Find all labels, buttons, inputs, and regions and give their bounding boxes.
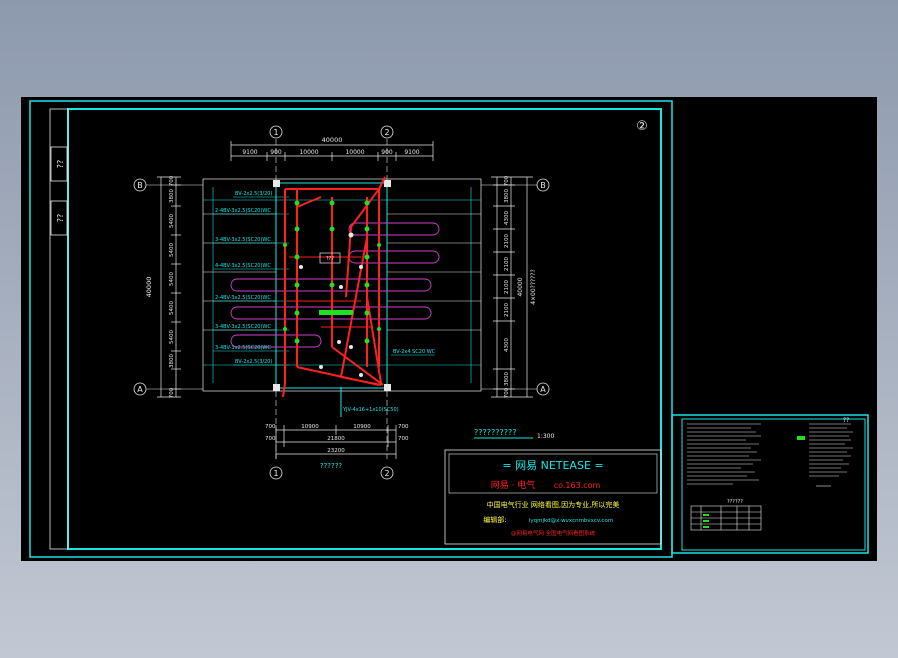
side-label-1: ?? bbox=[56, 160, 65, 169]
bottom-dim-2: 10900 bbox=[301, 424, 319, 430]
axis-bubble-b-left: B bbox=[137, 181, 143, 190]
legend-sheet-inner bbox=[681, 418, 866, 551]
bottom-dim-5: 700 bbox=[265, 436, 276, 442]
left-dim-8: 3800 bbox=[169, 354, 175, 368]
left-dim-3: 5400 bbox=[169, 214, 175, 228]
circuit-label-5: 2-4BV-3x2.5(SC20)WC bbox=[215, 295, 271, 301]
right-dim-2: 3800 bbox=[504, 189, 510, 203]
bottom-dim-1: 700 bbox=[265, 424, 276, 430]
bottom-dim-4: 700 bbox=[398, 424, 409, 430]
right-dim-overall: 40000 bbox=[517, 277, 524, 296]
title-block-line2-value: lyqmjkd@x·wvxcnmbvxcv.com bbox=[529, 518, 613, 524]
left-dim-9: 700 bbox=[169, 387, 175, 398]
sheet-number: ② bbox=[636, 119, 648, 134]
bottom-dim-3: 10900 bbox=[353, 424, 371, 430]
axis-bubble-a-right: A bbox=[540, 385, 546, 394]
right-dim-5: 2100 bbox=[504, 257, 510, 271]
left-dim-7: 5400 bbox=[169, 330, 175, 344]
label-leaders bbox=[213, 196, 289, 366]
legend-table-swatches bbox=[703, 514, 709, 528]
side-label-2: ?? bbox=[56, 214, 65, 223]
right-dim-3: 4300 bbox=[504, 211, 510, 225]
axis-bubble-2-top: 2 bbox=[384, 128, 389, 137]
top-dim-overall: 40000 bbox=[322, 136, 343, 144]
left-dim-1: 700 bbox=[169, 175, 175, 186]
axis-bubble-b-right: B bbox=[540, 181, 546, 190]
right-circuit-label: BV-2x4 SC20 WC bbox=[393, 349, 436, 355]
right-dimension-lines bbox=[491, 176, 533, 398]
right-dim-10: 700 bbox=[504, 387, 510, 398]
drawing-svg: ?? ?? ② ?? ?????? 40000 9100 900 10000 1… bbox=[29, 100, 869, 558]
circuit-label-6: 3-4BV-3x2.5(SC20)WC bbox=[215, 324, 271, 330]
axis-bubble-2-bottom: 2 bbox=[384, 469, 389, 478]
right-dim-8: 4300 bbox=[504, 338, 510, 352]
title-block-line1: 中国电气行业 网络看图,因为专业,所以完美 bbox=[487, 500, 620, 509]
top-dim-3: 10000 bbox=[299, 149, 318, 156]
circuit-label-3: 3-4BV-3x2.5(SC20)WC bbox=[215, 237, 271, 243]
legend-symbols bbox=[797, 423, 853, 487]
left-dim-5: 5400 bbox=[169, 272, 175, 286]
axis-bubble-1-bottom: 1 bbox=[273, 469, 278, 478]
title-block-line3: @网易电气网 全国电气网看图系统 bbox=[511, 529, 596, 537]
left-dim-2: 3800 bbox=[169, 189, 175, 203]
title-block-sub2: co.163.com bbox=[554, 481, 601, 490]
top-dimension-lines bbox=[230, 141, 434, 161]
top-dim-6: 9100 bbox=[404, 149, 419, 156]
bottom-dim-8: 23200 bbox=[327, 448, 345, 454]
legend-table-title: ?????? bbox=[727, 499, 743, 505]
right-dim-7: 2100 bbox=[504, 303, 510, 317]
legend-note: ?? bbox=[843, 417, 849, 424]
title-block-sub1: 网易 · 电气 bbox=[491, 479, 536, 491]
right-dim-1: 700 bbox=[504, 175, 510, 186]
bottom-dim-7: 700 bbox=[398, 436, 409, 442]
circuit-label-4: 4-4BV-3x2.5(SC20)WC bbox=[215, 263, 271, 269]
right-dim-6: 2100 bbox=[504, 280, 510, 294]
left-dim-4: 5400 bbox=[169, 243, 175, 257]
bottom-dim-6: 21800 bbox=[327, 436, 345, 442]
title-block-banner: = 网易 NETEASE = bbox=[502, 459, 603, 472]
feeder-label: YJV-4x16+1x10(SC50) bbox=[342, 407, 399, 413]
scale-label: ?????????? bbox=[474, 428, 516, 437]
right-dim-4: 2100 bbox=[504, 234, 510, 248]
right-dim-note: 4×00?????? bbox=[530, 269, 537, 305]
legend-table bbox=[690, 505, 762, 531]
title-block-line2-label: 编辑部: bbox=[483, 515, 506, 524]
legend-notes bbox=[687, 423, 761, 485]
left-dim-6: 5400 bbox=[169, 301, 175, 315]
scale-ratio: 1:300 bbox=[537, 433, 554, 440]
top-dim-2: 900 bbox=[270, 149, 282, 156]
circuit-label-8: BV-2x2.5(3/20) bbox=[235, 359, 272, 365]
axis-bubble-a-left: A bbox=[137, 385, 143, 394]
top-dim-1: 9100 bbox=[242, 149, 257, 156]
circuit-label-1: BV-2x2.5(3/20) bbox=[235, 191, 272, 197]
cad-drawing-canvas[interactable]: ?? ?? ② ?? ?????? 40000 9100 900 10000 1… bbox=[21, 97, 877, 561]
circuit-label-7: 3-4BV-3x2.5(SC20)WC bbox=[215, 345, 271, 351]
axis-bubble-1-top: 1 bbox=[273, 128, 278, 137]
left-dim-overall: 40000 bbox=[145, 277, 153, 298]
circuit-label-2: 2-4BV-3x2.5(SC20)WC bbox=[215, 208, 271, 214]
top-dim-4: 10000 bbox=[345, 149, 364, 156]
right-dim-9: 3800 bbox=[504, 372, 510, 386]
binding-strip bbox=[49, 108, 69, 550]
plan-title: ?????? bbox=[320, 462, 343, 470]
panel-box-label: ??? bbox=[326, 256, 334, 262]
top-dim-5: 900 bbox=[381, 149, 393, 156]
